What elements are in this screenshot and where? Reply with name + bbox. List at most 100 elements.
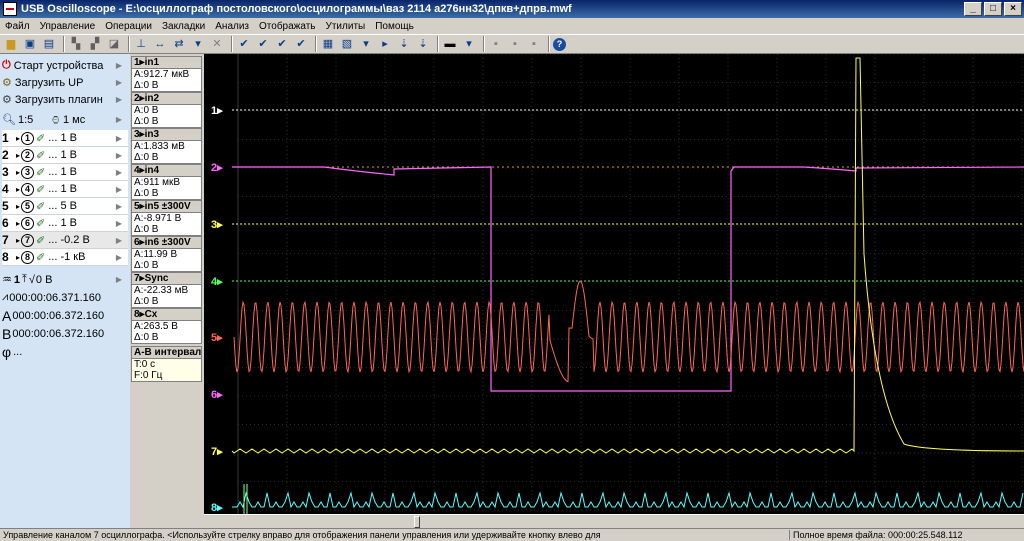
- oscilloscope-display[interactable]: 1▸ 2▸ 3▸ 4▸ 5▸ 6▸ 7▸ 8▸: [204, 53, 1024, 514]
- print-icon[interactable]: ▤: [41, 36, 57, 52]
- menu-analysis[interactable]: Анализ: [210, 21, 254, 32]
- paste-channel-icon[interactable]: ▞: [87, 36, 103, 52]
- timebase-icon: ⌚︎: [49, 114, 61, 127]
- bookmark-icon[interactable]: ✔: [293, 36, 309, 52]
- channel-scale[interactable]: ... 1 В: [48, 149, 77, 161]
- channel-scale[interactable]: ... 1 В: [48, 166, 77, 178]
- channel-scale[interactable]: ... -0.2 В: [48, 234, 90, 246]
- timebase-value[interactable]: 1 мс: [63, 114, 85, 126]
- display-dropdown-icon[interactable]: ▾: [461, 36, 477, 52]
- channel-scale[interactable]: ... -1 кВ: [48, 251, 85, 263]
- channel-info-box-3[interactable]: 3▸in3 A:1.833 мВ Δ:0 В: [131, 128, 202, 164]
- menu-file[interactable]: Файл: [0, 21, 35, 32]
- minimize-button[interactable]: _: [964, 2, 982, 16]
- channel-info-box-7[interactable]: 7▸Sync A:-22.33 мВ Δ:0 В: [131, 272, 202, 308]
- channel-scale[interactable]: ... 1 В: [48, 217, 77, 229]
- play-icon[interactable]: ▸: [377, 36, 393, 52]
- open-folder-icon[interactable]: ▆: [3, 36, 19, 52]
- channel-row-8[interactable]: 8 ▸ 8 ✐ ... -1 кВ ▶: [2, 249, 128, 266]
- channel-info-box-5[interactable]: 5▸in5 ±300V A:-8.971 В Δ:0 В: [131, 200, 202, 236]
- layout-dropdown-icon[interactable]: ▾: [358, 36, 374, 52]
- memory3-icon[interactable]: ▪: [526, 36, 542, 52]
- expand-arrow-icon: ▶: [115, 184, 122, 194]
- export-icon[interactable]: ◪: [106, 36, 122, 52]
- cursor-icon[interactable]: ⊥: [133, 36, 149, 52]
- check-icon[interactable]: ✔: [236, 36, 252, 52]
- phase-value[interactable]: ...: [13, 346, 22, 358]
- delete-icon[interactable]: ✕: [209, 36, 225, 52]
- display-icon[interactable]: ▬: [442, 36, 458, 52]
- memory-icon[interactable]: ▪: [488, 36, 504, 52]
- zoom-timebase-row[interactable]: 🔍︎ 1:5 ⌚︎ 1 мс ▶: [2, 111, 128, 128]
- scroll-thumb[interactable]: [414, 516, 420, 528]
- menu-utilities[interactable]: Утилиты: [321, 21, 371, 32]
- save-icon[interactable]: ▣: [22, 36, 38, 52]
- phase-row[interactable]: φ ...: [2, 343, 128, 360]
- channel-row-7[interactable]: 7 ▸ 7 ✐ ... -0.2 В ▶: [2, 232, 128, 249]
- check-down-icon[interactable]: ✔: [255, 36, 271, 52]
- arrow-icon: ▸: [16, 235, 21, 245]
- time-a-row[interactable]: A 000:00:06.372.160: [2, 307, 128, 324]
- trigger-row[interactable]: ♒︎ 1 ⤒ √ 0 В ▶: [2, 271, 128, 288]
- grid-icon[interactable]: ▦: [320, 36, 336, 52]
- menu-display[interactable]: Отображать: [254, 21, 320, 32]
- menu-control[interactable]: Управление: [35, 21, 101, 32]
- channel-row-5[interactable]: 5 ▸ 5 ✐ ... 5 В ▶: [2, 198, 128, 215]
- channel-info-box-8[interactable]: 8▸Cx A:263.5 В Δ:0 В: [131, 308, 202, 344]
- expand-arrow-icon: ▶: [115, 201, 122, 211]
- step-icon[interactable]: ⇣: [396, 36, 412, 52]
- channel-row-3[interactable]: 3 ▸ 3 ✐ ... 1 В ▶: [2, 164, 128, 181]
- stop-icon[interactable]: ⇣: [415, 36, 431, 52]
- zoom-value[interactable]: 1:5: [18, 114, 50, 126]
- channel-row-1[interactable]: 1 ▸ 1 ✐ ... 1 В ▶: [2, 130, 128, 147]
- channel-info-box-9[interactable]: A-B интервал T:0 с F:0 Гц: [131, 346, 202, 382]
- memory2-icon[interactable]: ▪: [507, 36, 523, 52]
- channel-row-4[interactable]: 4 ▸ 4 ✐ ... 1 В ▶: [2, 181, 128, 198]
- close-button[interactable]: ×: [1004, 2, 1022, 16]
- info-box-value-delta: Δ:0 В: [134, 188, 159, 199]
- channel-info-box-2[interactable]: 2▸in2 A:0 В Δ:0 В: [131, 92, 202, 128]
- probe-icon: ✐: [36, 132, 46, 145]
- help-icon[interactable]: ?: [553, 37, 566, 51]
- menu-help[interactable]: Помощь: [370, 21, 419, 32]
- waveform-canvas[interactable]: 1▸ 2▸ 3▸ 4▸ 5▸ 6▸ 7▸ 8▸: [204, 53, 1024, 514]
- check-all-icon[interactable]: ✔: [274, 36, 290, 52]
- channel-row-2[interactable]: 2 ▸ 2 ✐ ... 1 В ▶: [2, 147, 128, 164]
- menu-operations[interactable]: Операции: [100, 21, 157, 32]
- horizontal-scrollbar[interactable]: [204, 514, 1024, 528]
- time-a-value[interactable]: 000:00:06.372.160: [12, 310, 104, 322]
- control-panel: ⏻ Старт устройства ▶ ⚙ Загрузить UP ▶ ⚙ …: [0, 54, 130, 528]
- time-t-value[interactable]: 000:00:06.371.160: [9, 292, 101, 304]
- info-box-header: 1▸in1: [132, 57, 201, 69]
- expand-arrow-icon: ▶: [115, 61, 122, 70]
- probe-icon: ✐: [36, 200, 46, 213]
- trigger-level[interactable]: 0 В: [36, 274, 53, 286]
- zoom-region-icon[interactable]: ⇄: [171, 36, 187, 52]
- probe-icon: ✐: [36, 149, 46, 162]
- expand-arrow-icon: ▶: [115, 115, 122, 124]
- layout-icon[interactable]: ▧: [339, 36, 355, 52]
- channel-scale[interactable]: ... 5 В: [48, 200, 77, 212]
- channel-row-6[interactable]: 6 ▸ 6 ✐ ... 1 В ▶: [2, 215, 128, 232]
- channel-scale[interactable]: ... 1 В: [48, 132, 77, 144]
- channel-scale[interactable]: ... 1 В: [48, 183, 77, 195]
- trigger-channel[interactable]: 1: [14, 274, 20, 286]
- measure-icon[interactable]: ↔: [152, 36, 168, 52]
- info-box-value-a: A:-22.33 мВ: [134, 285, 189, 296]
- start-device-button[interactable]: ⏻ Старт устройства ▶: [2, 57, 128, 74]
- channel-info-box-1[interactable]: 1▸in1 A:912.7 мкВ Δ:0 В: [131, 56, 202, 92]
- chart-dropdown-icon[interactable]: ▾: [190, 36, 206, 52]
- load-up-button[interactable]: ⚙ Загрузить UP ▶: [2, 74, 128, 91]
- channel-number: 6: [2, 216, 9, 230]
- channel-info-box-4[interactable]: 4▸in4 A:911 мкВ Δ:0 В: [131, 164, 202, 200]
- time-b-value[interactable]: 000:00:06.372.160: [12, 328, 104, 340]
- total-file-time: Полное время файла: 000:00:25.548.112: [789, 530, 1024, 540]
- menu-bookmarks[interactable]: Закладки: [157, 21, 210, 32]
- info-box-value-a: A:911 мкВ: [134, 177, 181, 188]
- time-b-row[interactable]: B 000:00:06.372.160: [2, 325, 128, 342]
- maximize-button[interactable]: □: [984, 2, 1002, 16]
- time-t-row[interactable]: ⩘ 000:00:06.371.160: [2, 289, 128, 306]
- copy-channel-icon[interactable]: ▚: [68, 36, 84, 52]
- load-plugin-button[interactable]: ⚙ Загрузить плагин ▶: [2, 91, 128, 108]
- channel-info-box-6[interactable]: 6▸in6 ±300V A:11.99 В Δ:0 В: [131, 236, 202, 272]
